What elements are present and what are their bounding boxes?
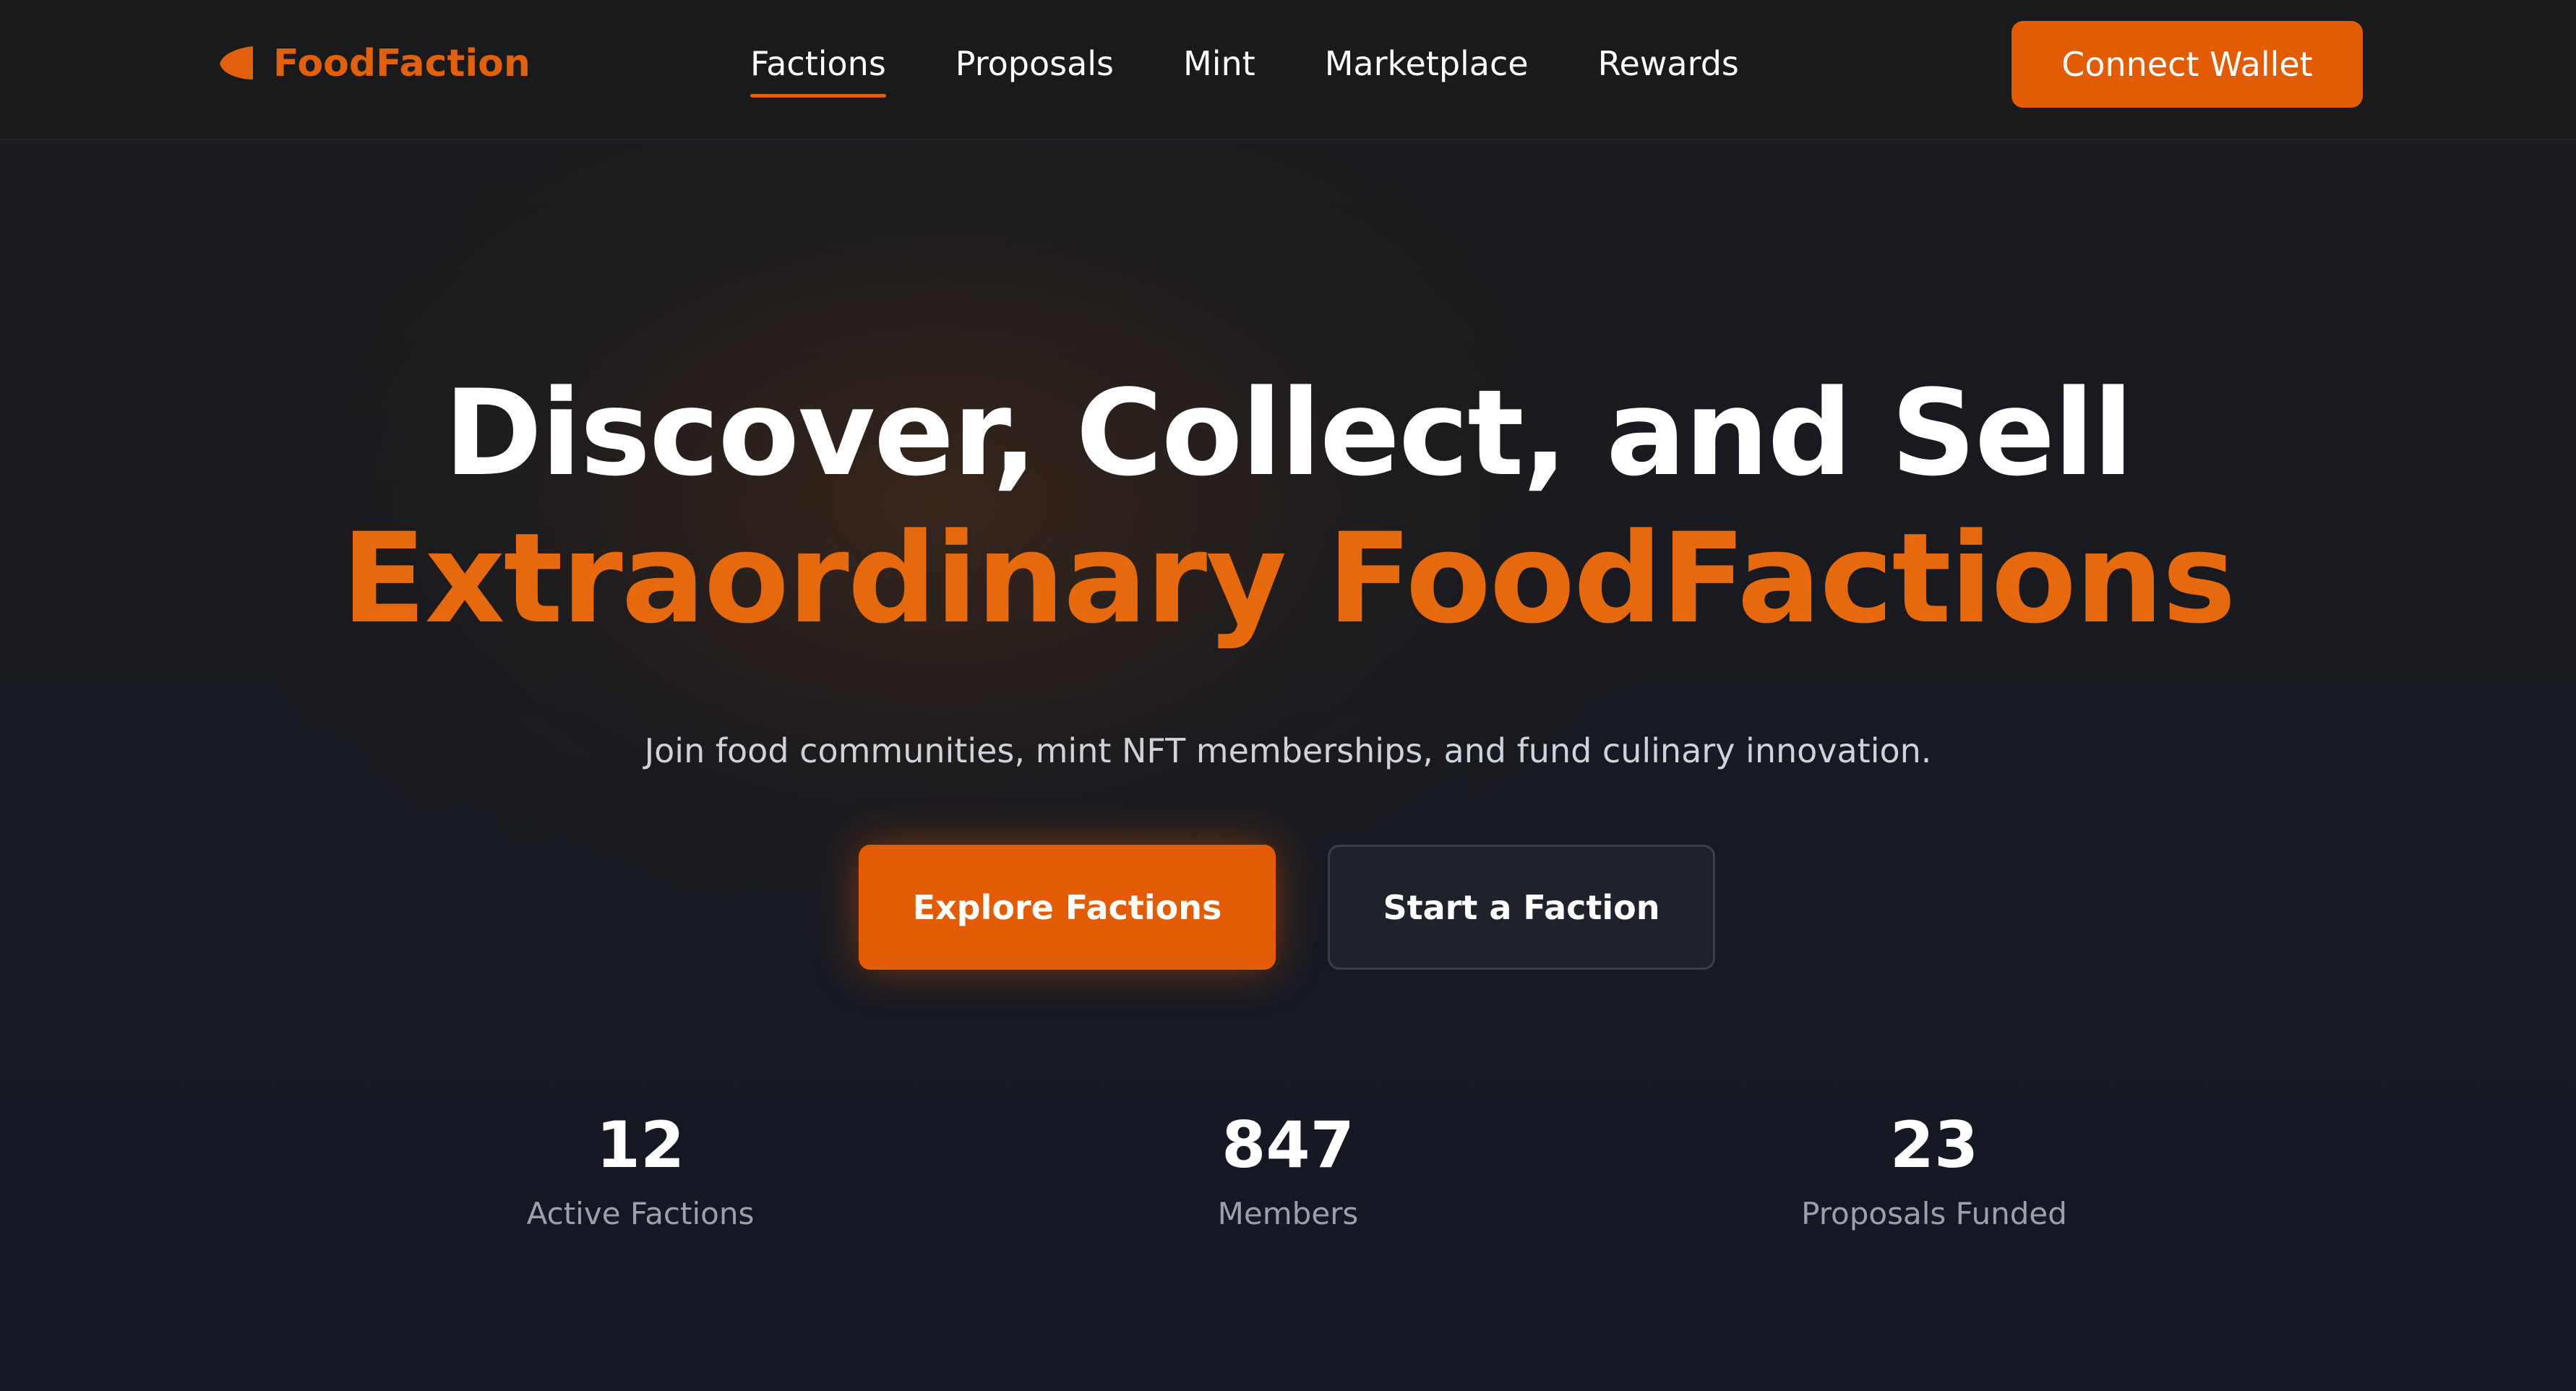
explore-factions-button[interactable]: Explore Factions (859, 845, 1276, 970)
stat-value: 23 (1889, 1108, 1979, 1182)
hero-title-line2: Extraordinary FoodFactions (341, 506, 2236, 651)
nav-item-marketplace[interactable]: Marketplace (1325, 38, 1529, 90)
stat-active-factions: 12 Active Factions (387, 1106, 893, 1236)
stat-label: Proposals Funded (1801, 1196, 2067, 1231)
main-nav: Factions Proposals Mint Marketplace Rewa… (750, 38, 1739, 98)
nav-item-proposals[interactable]: Proposals (956, 38, 1114, 90)
nav-item-factions[interactable]: Factions (750, 38, 886, 98)
brand-logo-link[interactable]: FoodFaction (217, 40, 531, 87)
stat-proposals-funded: 23 Proposals Funded (1681, 1106, 2187, 1236)
brand-name: FoodFaction (273, 42, 531, 85)
connect-wallet-button[interactable]: Connect Wallet (2012, 21, 2363, 108)
leaf-icon (220, 46, 253, 79)
stat-value: 12 (596, 1108, 685, 1182)
start-faction-button[interactable]: Start a Faction (1328, 845, 1715, 970)
nav-item-rewards[interactable]: Rewards (1598, 38, 1739, 90)
landing-page: FoodFaction Factions Proposals Mint Mark… (0, 0, 2576, 1391)
stat-label: Members (1217, 1196, 1359, 1231)
top-navbar: FoodFaction Factions Proposals Mint Mark… (0, 0, 2576, 140)
stat-members: 847 Members (1035, 1106, 1541, 1236)
stat-value: 847 (1222, 1108, 1354, 1182)
hero-subtitle: Join food communities, mint NFT membersh… (644, 731, 1932, 770)
hero-title-line1: Discover, Collect, and Sell (444, 364, 2134, 502)
nav-item-mint[interactable]: Mint (1183, 38, 1255, 90)
stat-label: Active Factions (526, 1196, 755, 1231)
